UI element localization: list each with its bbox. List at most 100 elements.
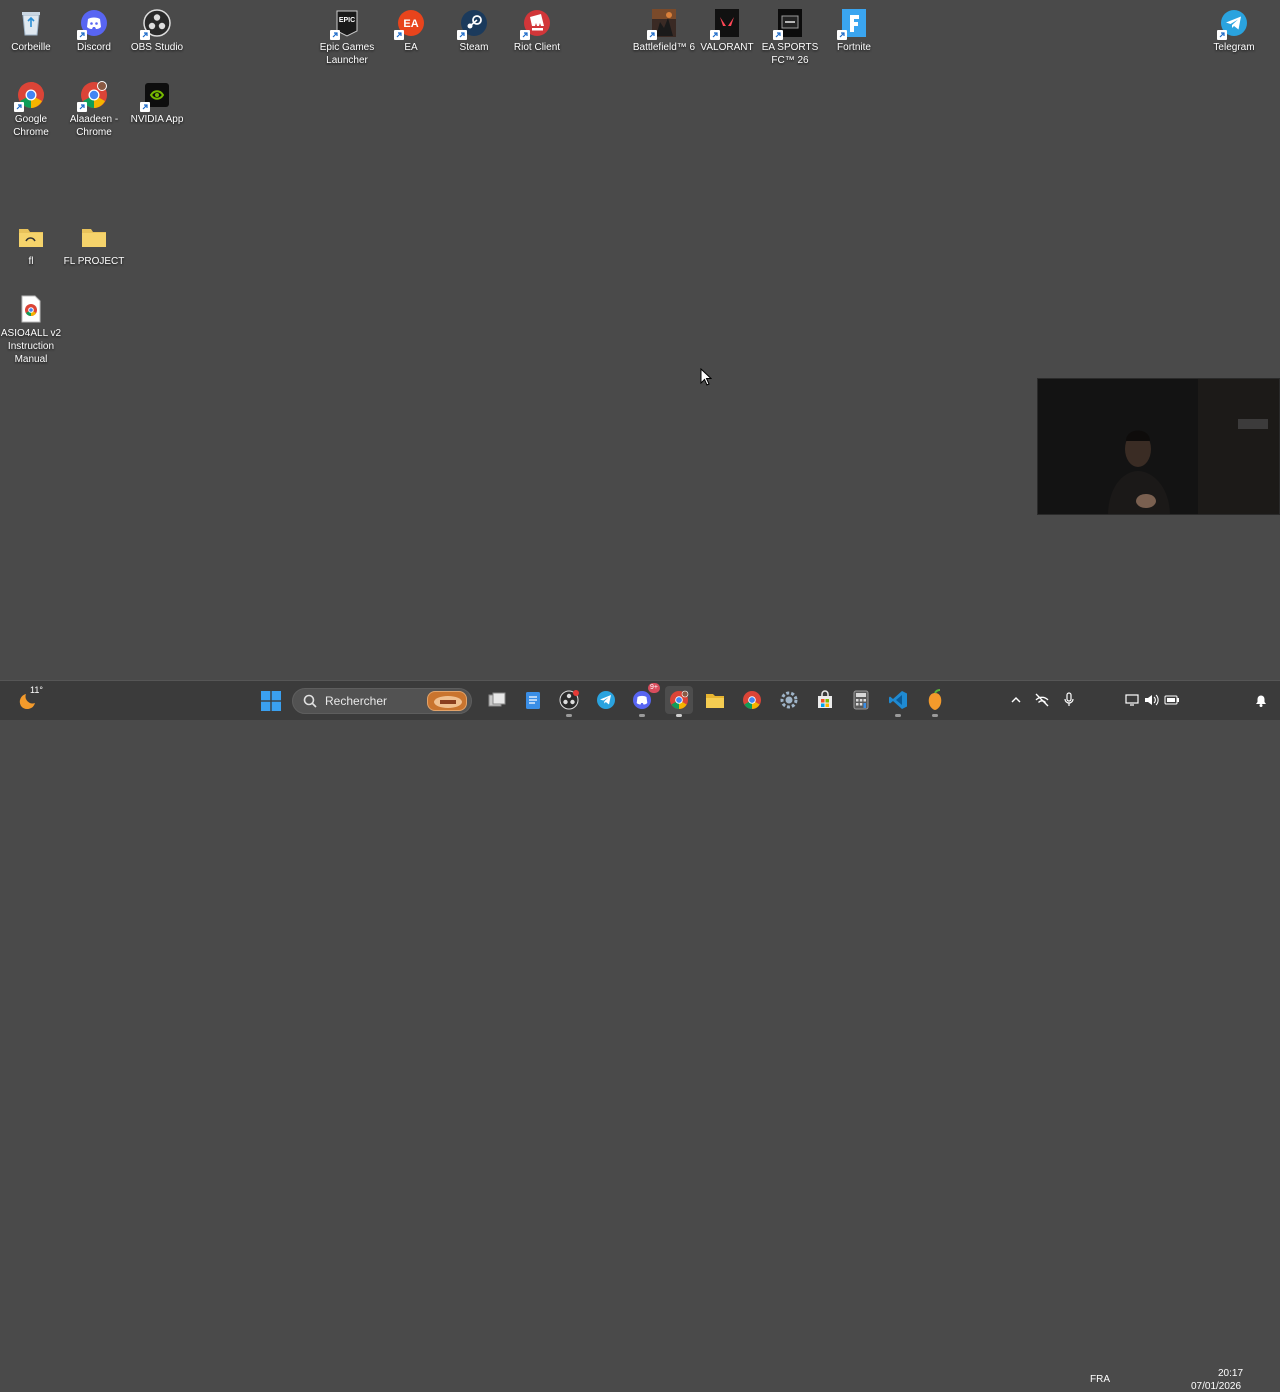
shortcut-arrow-icon xyxy=(647,30,657,40)
tray-language[interactable]: FRA xyxy=(1090,1374,1110,1385)
tray-microphone[interactable] xyxy=(1055,686,1083,714)
battlefield-shortcut[interactable]: Battlefield™ 6 xyxy=(633,4,695,54)
ea-sports-fc-icon xyxy=(773,8,805,40)
epic-games-label: Epic Games Launcher xyxy=(319,42,375,66)
chrome-document-icon xyxy=(16,294,46,324)
microphone-icon xyxy=(1064,692,1074,706)
chrome-profile-icon xyxy=(77,80,109,112)
discord-shortcut[interactable]: Discord xyxy=(63,4,125,54)
chevron-up-icon xyxy=(1011,697,1021,703)
running-indicator xyxy=(639,714,645,717)
shortcut-arrow-icon xyxy=(773,30,783,40)
ea-shortcut[interactable]: EA EA xyxy=(380,4,442,54)
taskbar-vscode[interactable] xyxy=(884,686,912,717)
valorant-shortcut[interactable]: VALORANT xyxy=(696,4,758,54)
network-disconnected-icon xyxy=(1035,693,1049,707)
file-explorer-icon xyxy=(706,694,724,708)
nvidia-app-label: NVIDIA App xyxy=(130,114,184,125)
battlefield-icon xyxy=(647,8,679,40)
taskbar-chrome[interactable] xyxy=(738,686,766,714)
tray-notifications[interactable] xyxy=(1247,686,1275,714)
recycle-bin-icon xyxy=(16,8,46,38)
discord-label: Discord xyxy=(77,42,111,53)
steam-shortcut[interactable]: Steam xyxy=(443,4,505,54)
tray-clock-date[interactable]: 07/01/2026 xyxy=(1191,1381,1241,1392)
svg-text:EA: EA xyxy=(403,18,418,30)
google-chrome-shortcut[interactable]: Google Chrome xyxy=(0,76,62,139)
shortcut-arrow-icon xyxy=(520,30,530,40)
running-indicator xyxy=(895,714,901,717)
discord-badge: 9+ xyxy=(648,683,660,693)
obs-shortcut[interactable]: OBS Studio xyxy=(126,4,188,54)
start-button[interactable] xyxy=(257,687,285,715)
taskbar-calculator[interactable] xyxy=(847,686,875,714)
webcam-overlay xyxy=(1037,378,1280,515)
shortcut-arrow-icon xyxy=(14,102,24,112)
discord-icon xyxy=(633,691,651,709)
riot-client-icon xyxy=(520,8,552,40)
search-icon xyxy=(303,694,317,708)
shortcut-arrow-icon xyxy=(140,102,150,112)
taskbar-chrome-profile[interactable] xyxy=(665,686,693,717)
taskbar-search[interactable]: Rechercher xyxy=(292,688,472,714)
search-highlight-image xyxy=(427,691,467,711)
mouse-cursor-icon xyxy=(700,368,712,386)
epic-games-shortcut[interactable]: EPIC Epic Games Launcher xyxy=(316,4,378,67)
alaadeen-chrome-shortcut[interactable]: Alaadeen - Chrome xyxy=(63,76,125,139)
vscode-icon xyxy=(889,691,907,709)
taskbar-microsoft-store[interactable] xyxy=(811,686,839,714)
battlefield-label: Battlefield™ 6 xyxy=(632,42,696,53)
gear-icon xyxy=(780,691,798,709)
steam-icon xyxy=(457,8,489,40)
ea-sports-fc-shortcut[interactable]: EA SPORTS FC™ 26 xyxy=(759,4,821,67)
telegram-shortcut[interactable]: Telegram xyxy=(1203,4,1265,54)
shortcut-arrow-icon xyxy=(394,30,404,40)
desktop[interactable]: Corbeille Discord OBS Studio EPIC Epic G… xyxy=(0,0,1280,680)
tray-network-status[interactable] xyxy=(1028,686,1056,714)
shortcut-arrow-icon xyxy=(837,30,847,40)
running-indicator xyxy=(566,714,572,717)
tray-battery[interactable] xyxy=(1158,686,1186,714)
shortcut-arrow-icon xyxy=(457,30,467,40)
taskbar-file-explorer[interactable] xyxy=(701,686,729,714)
asio4all-manual-shortcut[interactable]: ASIO4ALL v2 Instruction Manual xyxy=(0,290,62,366)
fl-project-label: FL PROJECT xyxy=(63,256,125,267)
google-chrome-label: Google Chrome xyxy=(13,114,49,138)
alaadeen-chrome-label: Alaadeen - Chrome xyxy=(69,114,119,138)
taskbar-task-view[interactable] xyxy=(483,686,511,714)
riot-client-shortcut[interactable]: Riot Client xyxy=(506,4,568,54)
asio4all-manual-label: ASIO4ALL v2 Instruction Manual xyxy=(0,328,62,365)
obs-label: OBS Studio xyxy=(130,42,184,53)
valorant-icon xyxy=(710,8,742,40)
fl-folder-shortcut[interactable]: fl xyxy=(0,218,62,268)
telegram-label: Telegram xyxy=(1213,42,1255,53)
taskbar-settings[interactable] xyxy=(775,686,803,714)
ea-sports-fc-label: EA SPORTS FC™ 26 xyxy=(761,42,819,66)
weather-widget[interactable]: 11° xyxy=(14,685,43,715)
display-icon xyxy=(1125,694,1139,706)
taskbar-discord[interactable]: 9+ xyxy=(628,683,660,717)
task-view-icon xyxy=(488,692,506,707)
battery-icon xyxy=(1164,695,1179,705)
chrome-icon xyxy=(743,691,761,709)
tray-clock-time[interactable]: 20:17 xyxy=(1218,1368,1243,1379)
bell-icon xyxy=(1256,695,1266,707)
taskbar-notepad[interactable] xyxy=(519,686,547,714)
folder-shortcut-icon xyxy=(16,222,46,252)
taskbar-telegram[interactable] xyxy=(592,686,620,714)
fortnite-shortcut[interactable]: Fortnite xyxy=(823,4,885,54)
shortcut-arrow-icon xyxy=(330,30,340,40)
store-bag-icon xyxy=(818,690,832,708)
fortnite-icon xyxy=(837,8,869,40)
webcam-feed-image xyxy=(1038,379,1279,514)
tray-overflow-button[interactable] xyxy=(1002,686,1030,714)
obs-icon xyxy=(559,690,579,710)
recycle-bin-shortcut[interactable]: Corbeille xyxy=(0,4,62,54)
taskbar-fl-studio[interactable] xyxy=(921,686,949,717)
taskbar-obs[interactable] xyxy=(555,686,583,717)
nvidia-app-shortcut[interactable]: NVIDIA App xyxy=(126,76,188,126)
fl-folder-label: fl xyxy=(28,256,34,267)
svg-text:EPIC: EPIC xyxy=(339,17,355,24)
shortcut-arrow-icon xyxy=(140,30,150,40)
fl-project-folder[interactable]: FL PROJECT xyxy=(63,218,125,268)
